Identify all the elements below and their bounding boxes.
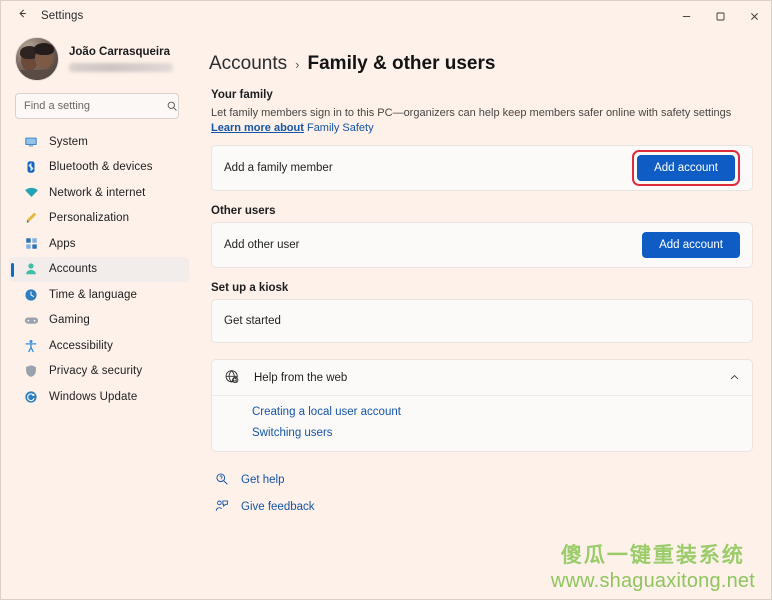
sidebar-item-privacy-security[interactable]: Privacy & security [9,359,189,385]
add-other-account-button[interactable]: Add account [642,232,740,258]
get-help-link[interactable]: Get help [215,472,753,488]
section-description-your-family: Let family members sign in to this PC—or… [211,106,753,136]
sidebar-item-personalization[interactable]: Personalization [9,206,189,232]
window-body: João Carrasqueira Find a setting System … [1,31,771,599]
add-other-user-card: Add other user Add account [211,222,753,268]
sidebar-item-label: Windows Update [49,390,138,403]
sidebar-item-label: Accessibility [49,339,113,352]
section-heading-other-users: Other users [211,205,276,217]
close-button[interactable] [737,1,771,31]
bluetooth-icon [23,159,39,175]
profile-name: João Carrasqueira [69,46,170,58]
sidebar-item-label: Bluetooth & devices [49,161,153,174]
arrow-left-icon [16,7,29,25]
sidebar: João Carrasqueira Find a setting System … [1,31,197,599]
minimize-button[interactable] [669,1,703,31]
help-from-web-title: Help from the web [254,371,348,384]
sidebar-item-label: Network & internet [49,186,146,199]
avatar [15,37,59,81]
search-wrapper [1,89,189,129]
sidebar-item-gaming[interactable]: Gaming [9,308,189,334]
paintbrush-icon [23,210,39,226]
chevron-up-icon[interactable] [729,372,740,383]
kiosk-get-started-label: Get started [224,315,281,327]
help-links-list: Creating a local user account Switching … [212,396,752,451]
sidebar-item-windows-update[interactable]: Windows Update [9,384,189,410]
feedback-icon [215,499,231,515]
help-from-web-card: Help from the web Creating a local user … [211,359,753,452]
add-other-user-label: Add other user [224,239,300,251]
gamepad-icon [23,312,39,328]
accessibility-icon [23,338,39,354]
sidebar-item-apps[interactable]: Apps [9,231,189,257]
sidebar-item-label: Accounts [49,263,98,276]
add-family-member-row[interactable]: Add a family member Add account [212,146,752,190]
add-family-account-button[interactable]: Add account [637,155,735,181]
breadcrumb: Accounts › Family & other users [209,53,753,75]
profile-email-redacted [69,63,173,72]
breadcrumb-parent[interactable]: Accounts [209,53,287,75]
sidebar-item-accounts[interactable]: Accounts [9,256,189,282]
sidebar-nav: System Bluetooth & devices Network & int… [1,129,189,599]
minimize-icon [681,11,692,22]
sidebar-item-label: Time & language [49,288,138,301]
search-box[interactable] [15,93,179,119]
globe-help-icon [224,369,242,387]
add-family-member-card: Add a family member Add account [211,145,753,191]
window-title: Settings [41,10,84,22]
content-pane: Accounts › Family & other users Your fam… [197,31,771,599]
search-icon [166,100,178,112]
update-icon [23,389,39,405]
section-heading-kiosk: Set up a kiosk [211,282,289,294]
close-icon [749,11,760,22]
add-family-member-label: Add a family member [224,162,333,174]
kiosk-card: Get started [211,299,753,343]
sidebar-item-accessibility[interactable]: Accessibility [9,333,189,359]
back-button[interactable] [7,3,37,29]
person-icon [23,261,39,277]
help-from-web-header[interactable]: Help from the web [212,360,752,396]
help-link-creating-local-user-account[interactable]: Creating a local user account [252,406,752,418]
window-controls [669,1,771,31]
add-account-highlight: Add account [632,150,740,186]
add-other-user-row[interactable]: Add other user Add account [212,223,752,267]
get-help-icon [215,472,231,488]
monitor-icon [23,134,39,150]
get-help-label: Get help [241,474,285,486]
learn-more-family-safety-link[interactable]: Family Safety [307,122,374,134]
profile-text: João Carrasqueira [69,46,173,72]
give-feedback-label: Give feedback [241,501,315,513]
wifi-icon [23,185,39,201]
sidebar-item-label: Personalization [49,212,130,225]
sidebar-item-network-internet[interactable]: Network & internet [9,180,189,206]
maximize-icon [715,11,726,22]
kiosk-get-started-row[interactable]: Get started [212,300,752,342]
search-input[interactable] [24,100,166,112]
sidebar-item-label: Apps [49,237,76,250]
shield-icon [23,363,39,379]
title-bar: Settings [1,1,771,31]
family-description-text: Let family members sign in to this PC—or… [211,107,732,119]
learn-more-family-safety-link-bold[interactable]: Learn more about [211,122,304,134]
user-profile[interactable]: João Carrasqueira [1,31,189,89]
footer-links: Get help Give feedback [215,472,753,515]
sidebar-item-label: System [49,135,88,148]
clock-icon [23,287,39,303]
help-link-switching-users[interactable]: Switching users [252,427,752,439]
sidebar-item-label: Privacy & security [49,365,143,378]
sidebar-item-time-language[interactable]: Time & language [9,282,189,308]
maximize-button[interactable] [703,1,737,31]
settings-window: Settings João Carrasqueira Find a settin… [0,0,772,600]
sidebar-item-bluetooth-devices[interactable]: Bluetooth & devices [9,155,189,181]
sidebar-item-label: Gaming [49,314,90,327]
section-heading-your-family: Your family [211,89,273,101]
apps-grid-icon [23,236,39,252]
give-feedback-link[interactable]: Give feedback [215,499,753,515]
breadcrumb-separator: › [295,57,300,72]
sidebar-item-system[interactable]: System [9,129,189,155]
page-title: Family & other users [307,53,496,74]
